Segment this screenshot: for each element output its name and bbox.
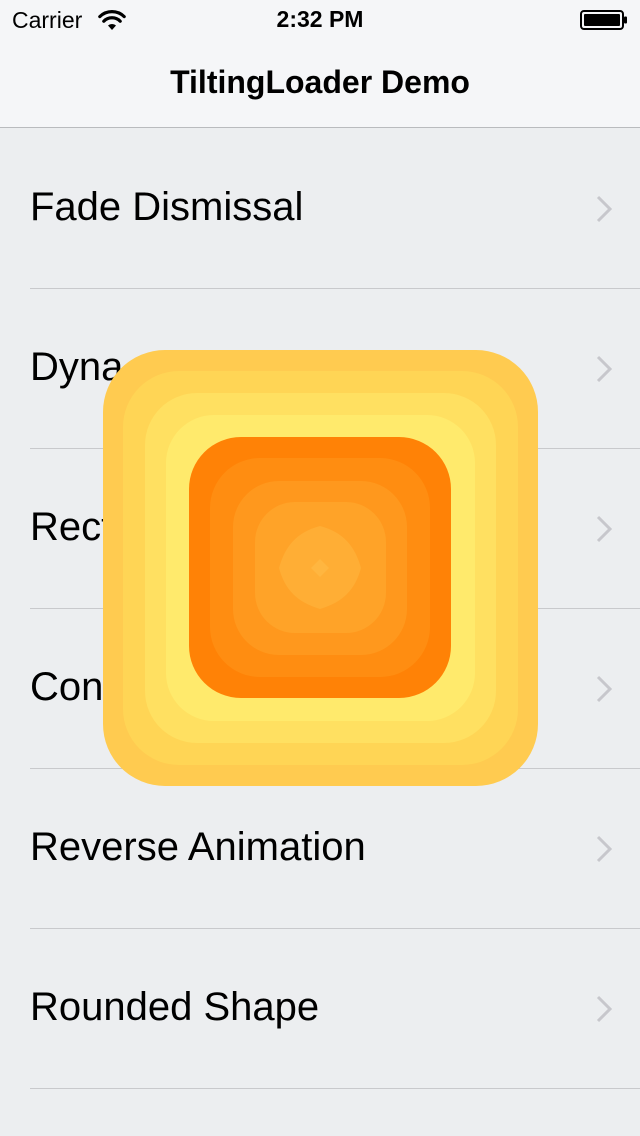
list-item[interactable]: Fade Dismissal (0, 129, 640, 289)
nav-title: TiltingLoader Demo (170, 64, 470, 100)
status-time: 2:32 PM (276, 6, 364, 32)
separator (30, 1088, 640, 1089)
status-bar: Carrier 2:32 PM (0, 0, 640, 40)
chevron-right-icon (596, 195, 612, 223)
list-item[interactable]: Rounded Shape (0, 929, 640, 1089)
list-item-label: Reverse Animation (30, 825, 366, 869)
list-item-label: Rect (30, 505, 113, 549)
chevron-right-icon (596, 515, 612, 543)
chevron-right-icon (596, 835, 612, 863)
tilting-loader (103, 350, 538, 786)
chevron-right-icon (596, 675, 612, 703)
list-item-label: Con (30, 665, 104, 709)
battery-icon (580, 10, 627, 30)
list-item-label: Fade Dismissal (30, 185, 304, 229)
navigation-bar: Carrier 2:32 PM TiltingLoader Demo (0, 0, 640, 128)
chevron-right-icon (596, 995, 612, 1023)
chevron-right-icon (596, 355, 612, 383)
list-item-label: Rounded Shape (30, 985, 320, 1029)
list-item[interactable]: Reverse Animation (0, 769, 640, 929)
